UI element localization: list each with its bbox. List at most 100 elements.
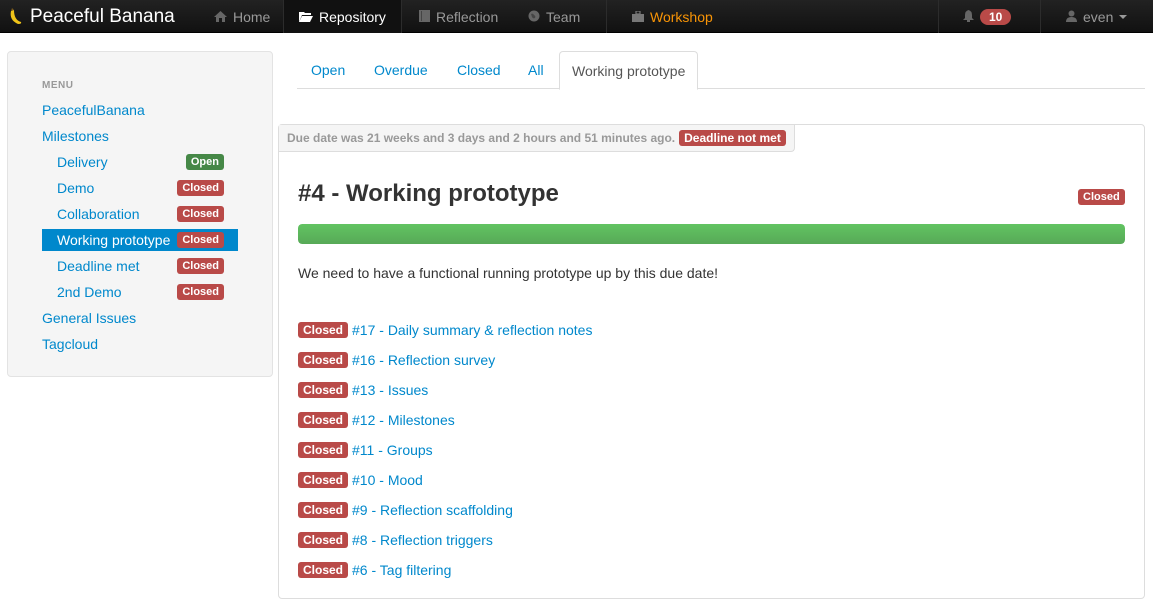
issue-link[interactable]: #16 - Reflection survey [352,352,495,368]
status-badge: Closed [298,442,349,458]
sidebar-item-general-issues[interactable]: General Issues [42,307,136,329]
user-icon [1066,9,1077,25]
list-item: Closed #6 - Tag filtering [298,555,592,585]
sidebar-item-label: General Issues [42,310,137,326]
nav-home-label: Home [233,8,271,25]
nav-divider [938,0,939,33]
status-badge: Closed [298,352,349,368]
status-badge: Closed [177,232,224,248]
issue-link[interactable]: #8 - Reflection triggers [352,532,493,548]
nav-divider [606,0,607,33]
sidebar-item-tagcloud[interactable]: Tagcloud [42,333,98,355]
status-badge: Closed [298,562,349,578]
issue-link[interactable]: #9 - Reflection scaffolding [352,502,513,518]
page-title: #4 - Working prototype [298,180,559,207]
globe-icon [528,9,540,25]
sidebar: MENU PeacefulBanana Milestones Delivery … [7,51,273,377]
sidebar-item-2nd-demo[interactable]: 2nd Demo Closed [42,281,238,303]
status-badge: Closed [298,502,349,518]
sidebar-item-label: Delivery [57,154,108,170]
nav-team-label: Team [546,8,581,25]
sidebar-item-demo[interactable]: Demo Closed [42,177,238,199]
issue-link[interactable]: #12 - Milestones [352,412,455,428]
sidebar-item-label: Milestones [42,128,109,144]
nav-workshop[interactable]: Workshop [632,0,713,33]
sidebar-item-peacefulbanana[interactable]: PeacefulBanana [42,99,145,121]
sidebar-item-label: 2nd Demo [57,284,122,300]
due-date-notice: Due date was 21 weeks and 3 days and 2 h… [279,125,795,152]
list-item: Closed #10 - Mood [298,465,592,495]
briefcase-icon [632,9,644,25]
issue-link[interactable]: #10 - Mood [352,472,423,488]
nav-reflection[interactable]: Reflection [419,0,498,33]
list-item: Closed #16 - Reflection survey [298,345,592,375]
list-item: Closed #11 - Groups [298,435,592,465]
nav-home[interactable]: Home [214,0,270,33]
milestone-status-badge: Closed [1078,189,1125,205]
sidebar-item-label: Working prototype [57,232,171,248]
deadline-badge: Deadline not met [679,130,786,146]
nav-workshop-label: Workshop [650,8,713,25]
brand-name: Peaceful Banana [30,5,175,27]
user-name: even [1083,8,1114,25]
sidebar-item-collaboration[interactable]: Collaboration Closed [42,203,238,225]
issue-link[interactable]: #11 - Groups [352,442,433,458]
sidebar-header: MENU [42,80,74,91]
issue-link[interactable]: #13 - Issues [352,382,428,398]
tab-all[interactable]: All [528,51,544,89]
progress-bar-fill [298,224,1125,244]
user-menu[interactable]: even [1066,0,1128,33]
nav-divider [1040,0,1041,33]
sidebar-item-deadline-met[interactable]: Deadline met Closed [42,255,238,277]
notifications-count-badge: 10 [980,8,1012,25]
sidebar-item-label: Demo [57,180,95,196]
sidebar-item-working-prototype[interactable]: Working prototype Closed [42,229,238,251]
milestone-tabs: Open Overdue Closed All Working prototyp… [297,51,1145,90]
status-badge: Closed [298,532,349,548]
status-badge: Closed [177,284,224,300]
nav-reflection-label: Reflection [436,8,499,25]
tab-open[interactable]: Open [311,51,345,89]
brand[interactable]: Peaceful Banana [8,0,175,33]
status-badge: Closed [298,322,349,338]
chevron-down-icon [1119,14,1128,19]
issue-link[interactable]: #6 - Tag filtering [352,562,451,578]
tab-working-prototype[interactable]: Working prototype [559,51,699,90]
sidebar-item-label: Collaboration [57,206,140,222]
sidebar-item-milestones[interactable]: Milestones [42,125,109,147]
sidebar-item-label: Deadline met [57,258,140,274]
progress-bar [298,224,1125,244]
sidebar-item-delivery[interactable]: Delivery Open [42,151,238,173]
list-item: Closed #9 - Reflection scaffolding [298,495,592,525]
milestone-description: We need to have a functional running pro… [298,265,719,281]
tab-closed[interactable]: Closed [457,51,501,89]
status-badge: Open [185,154,224,170]
nav-team[interactable]: Team [528,0,580,33]
tab-overdue[interactable]: Overdue [374,51,428,89]
nav-repository[interactable]: Repository [284,0,401,33]
status-badge: Closed [177,180,224,196]
issue-list: Closed #17 - Daily summary & reflection … [298,315,592,585]
folder-open-icon [299,9,313,25]
sidebar-item-label: Tagcloud [42,336,99,352]
sidebar-item-label: PeacefulBanana [42,102,145,118]
status-badge: Closed [298,412,349,428]
bell-icon [963,9,974,25]
nav-divider [401,0,402,33]
status-badge: Closed [298,382,349,398]
nav-repository-label: Repository [319,8,386,25]
status-badge: Closed [177,206,224,222]
list-item: Closed #17 - Daily summary & reflection … [298,315,592,345]
list-item: Closed #13 - Issues [298,375,592,405]
status-badge: Closed [177,258,224,274]
home-icon [214,9,227,25]
list-item: Closed #8 - Reflection triggers [298,525,592,555]
notifications-button[interactable]: 10 [963,0,1012,33]
due-date-text: Due date was 21 weeks and 3 days and 2 h… [287,131,676,145]
top-navbar: Peaceful Banana Home Repository Reflecti… [0,0,1153,33]
book-icon [419,9,430,25]
banana-logo-icon [10,8,22,24]
status-badge: Closed [298,472,349,488]
list-item: Closed #12 - Milestones [298,405,592,435]
issue-link[interactable]: #17 - Daily summary & reflection notes [352,322,592,338]
